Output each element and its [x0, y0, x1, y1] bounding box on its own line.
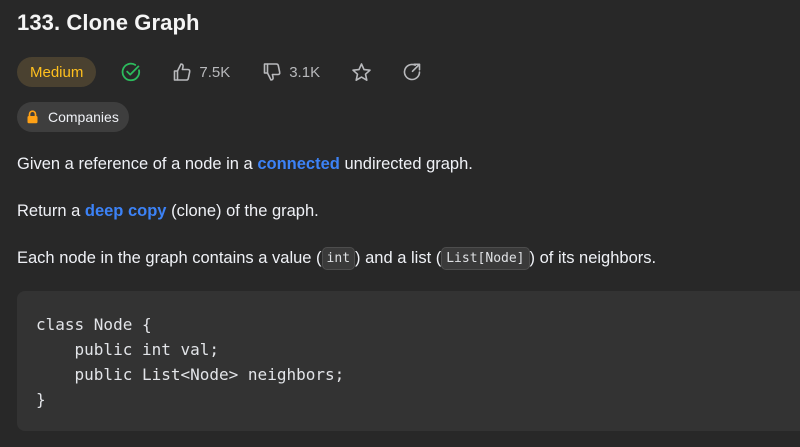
companies-label: Companies: [48, 109, 119, 125]
thumbs-up-icon: [174, 63, 191, 81]
description-paragraph-3: Each node in the graph contains a value …: [17, 247, 656, 270]
text-segment: (clone) of the graph.: [166, 202, 319, 220]
text-segment: Given a reference of a node in a: [17, 155, 258, 173]
connected-link[interactable]: connected: [257, 155, 340, 173]
share-button[interactable]: [402, 62, 422, 82]
difficulty-badge: Medium: [17, 57, 97, 87]
solved-status: [120, 61, 142, 83]
text-segment: Return a: [17, 202, 85, 220]
like-button[interactable]: 7.5K: [172, 62, 230, 82]
companies-button[interactable]: Companies: [17, 102, 129, 132]
text-segment: undirected graph.: [339, 155, 473, 173]
inline-code-int: int: [321, 247, 356, 270]
page-title: 133. Clone Graph: [17, 10, 200, 35]
description-paragraph-1: Given a reference of a node in a connect…: [17, 155, 473, 174]
inline-code-list-node: List[Node]: [441, 247, 530, 270]
check-circle-icon: [122, 62, 141, 82]
text-segment: ) of its neighbors.: [529, 249, 657, 267]
share-icon: [403, 63, 421, 81]
dislike-count: 3.1K: [289, 63, 321, 81]
thumbs-down-icon: [263, 63, 281, 81]
like-count: 7.5K: [199, 63, 231, 81]
star-icon: [352, 62, 371, 81]
node-class-code: class Node { public int val; public List…: [36, 315, 345, 409]
problem-description-panel: 133. Clone Graph Medium 7.5K 3.1K Compan…: [0, 0, 800, 447]
problem-meta-row: Medium 7.5K 3.1K: [17, 57, 422, 87]
favorite-button[interactable]: [351, 62, 372, 83]
dislike-button[interactable]: 3.1K: [262, 62, 320, 82]
text-segment: Each node in the graph contains a value …: [17, 249, 322, 267]
code-block: class Node { public int val; public List…: [17, 291, 800, 431]
description-paragraph-2: Return a deep copy (clone) of the graph.: [17, 202, 319, 221]
lock-icon: [27, 110, 38, 124]
text-segment: ) and a list (: [355, 249, 442, 267]
deep-copy-link[interactable]: deep copy: [85, 202, 167, 220]
